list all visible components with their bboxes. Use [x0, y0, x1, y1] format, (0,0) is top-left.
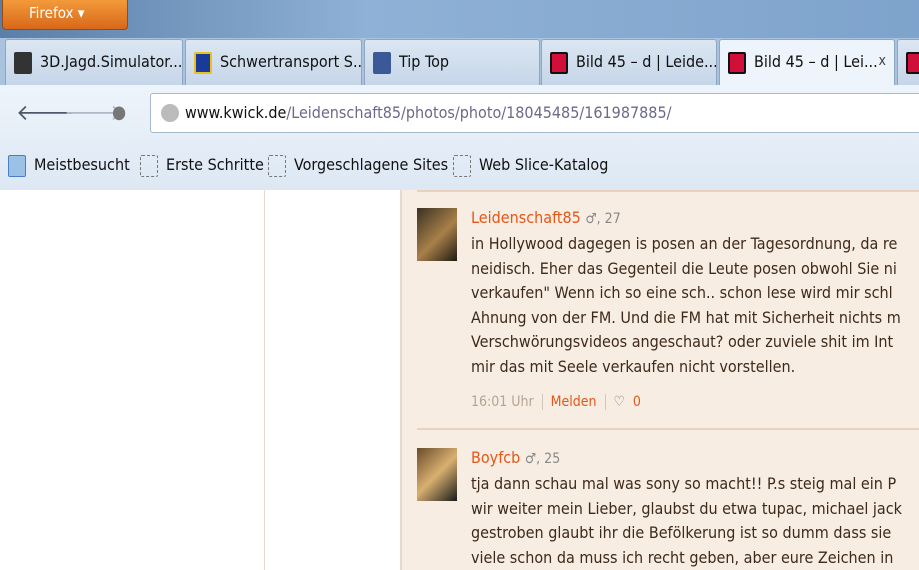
kwick-icon: [550, 52, 568, 74]
url-domain: www.kwick.de: [185, 103, 287, 122]
text-line: neidisch. Eher das Gegenteil die Leute p…: [471, 258, 897, 278]
url-path: /Leidenschaft85/photos/photo/18045485/16…: [286, 103, 672, 122]
bookmark-icon: [453, 155, 471, 177]
search-folder-icon: [8, 155, 26, 177]
tab-3d-jagd[interactable]: 3D.Jagd.Simulator...: [5, 39, 183, 85]
window-titlebar: Firefox ▾: [0, 0, 919, 38]
like-count: 0: [632, 394, 641, 410]
bookmark-label: Vorgeschlagene Sites: [294, 155, 449, 174]
tab-label: Schwertransport S...: [220, 52, 362, 71]
bookmark-vorgeschlagene-sites[interactable]: Vorgeschlagene Sites: [268, 155, 449, 177]
firefox-menu-button[interactable]: Firefox ▾: [2, 0, 128, 30]
author-name[interactable]: Leidenschaft85: [471, 208, 581, 227]
heart-icon[interactable]: ♡: [614, 394, 625, 410]
identity-icon[interactable]: ●: [112, 102, 126, 123]
favicon-icon: [14, 52, 32, 74]
text-line: wir weiter mein Lieber, glaubst du etwa …: [471, 498, 902, 518]
left-pane: [0, 190, 265, 570]
comments-section: Leidenschaft85 ♂, 27 in Hollywood dagege…: [400, 190, 919, 570]
tab-tip-top[interactable]: Tip Top: [364, 39, 540, 85]
tab-partial[interactable]: [897, 39, 919, 85]
text-line: in Hollywood dagegen is posen an der Tag…: [471, 234, 898, 253]
favicon-icon: [194, 52, 212, 74]
bookmark-web-slice-katalog[interactable]: Web Slice-Katalog: [453, 155, 609, 177]
comment-author[interactable]: Leidenschaft85 ♂, 27: [471, 208, 621, 227]
avatar[interactable]: [417, 208, 457, 261]
text-line: viele schon da muss ich recht geben, abe…: [471, 547, 894, 567]
author-gender-age: ♂, 25: [524, 451, 561, 467]
facebook-icon: [373, 52, 391, 74]
tab-schwertransport[interactable]: Schwertransport S...: [185, 39, 362, 85]
bookmark-erste-schritte[interactable]: Erste Schritte: [140, 155, 264, 177]
comment-author[interactable]: Boyfcb ♂, 25: [471, 448, 560, 467]
tab-bar: 3D.Jagd.Simulator... Schwertransport S..…: [0, 38, 919, 85]
text-line: gestroben glaubt ihr die Beföl­kerung is…: [471, 523, 892, 542]
text-line: verkaufen" Wenn ich so eine sch.. schon …: [471, 283, 893, 302]
text-line: tja dann schau mal was sony so macht!! P…: [471, 474, 897, 493]
globe-icon: [161, 104, 179, 122]
bookmark-icon: [140, 155, 158, 177]
comment-text: in Hollywood dagegen is posen an der Tag…: [471, 232, 901, 379]
kwick-icon: [728, 52, 746, 74]
url-bar[interactable]: www.kwick.de/Leidenschaft85/photos/photo…: [150, 93, 919, 133]
author-name[interactable]: Boyfcb: [471, 448, 520, 467]
bookmark-meistbesucht[interactable]: Meistbesucht: [8, 155, 130, 177]
tab-label: Bild 45 – d | Lei...: [754, 52, 878, 71]
text-line: mir das mit Seele verkaufen nicht vorste…: [471, 356, 796, 376]
tab-label: Tip Top: [399, 52, 450, 71]
close-tab-button[interactable]: x: [879, 53, 886, 69]
bookmark-icon: [268, 155, 286, 177]
tab-label: Bild 45 – d | Leide...: [576, 52, 717, 71]
tab-bild-45-a[interactable]: Bild 45 – d | Leide...: [541, 39, 717, 85]
bookmark-label: Meistbesucht: [34, 155, 130, 174]
tab-label: 3D.Jagd.Simulator...: [40, 52, 183, 71]
tab-bild-45-active[interactable]: Bild 45 – d | Lei... x: [719, 39, 895, 85]
text-line: Ahnung von der FM. Und die FM hat mit Si…: [471, 307, 901, 327]
middle-pane: [266, 190, 400, 570]
divider: [417, 190, 919, 192]
text-line: Verschwörungsvideos angeschaut? oder zuv…: [471, 332, 894, 351]
avatar[interactable]: [417, 448, 457, 501]
divider: [417, 428, 919, 430]
kwick-icon: [906, 52, 919, 74]
author-gender-age: ♂, 27: [585, 211, 621, 227]
timestamp: 16:01 Uhr: [471, 394, 534, 410]
comment-meta: 16:01 Uhr Melden ♡ 0: [471, 394, 641, 410]
bookmark-label: Erste Schritte: [166, 155, 264, 174]
comment-text: tja dann schau mal was sony so macht!! P…: [471, 472, 902, 570]
bookmark-label: Web Slice-Katalog: [479, 155, 609, 174]
report-link[interactable]: Melden: [551, 394, 597, 410]
